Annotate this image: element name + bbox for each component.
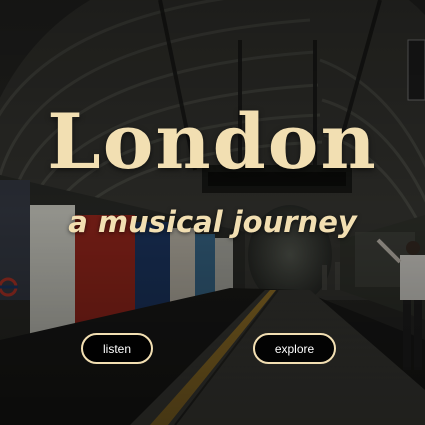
listen-button[interactable]: listen — [81, 333, 153, 364]
hero-title: London — [47, 97, 378, 186]
explore-button[interactable]: explore — [253, 333, 336, 364]
hero-subtitle: a musical journey — [68, 205, 357, 239]
